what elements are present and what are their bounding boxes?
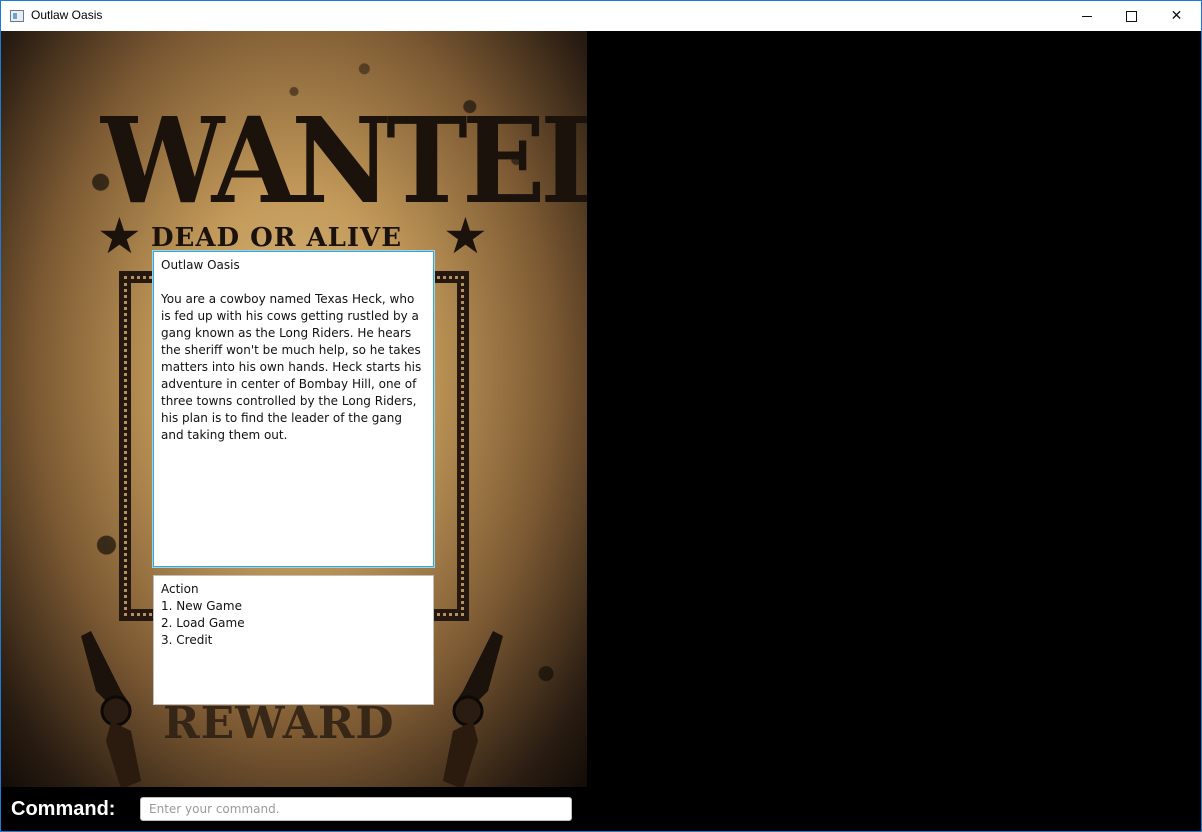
close-icon: ✕ [1170, 8, 1183, 24]
story-text-area[interactable]: Outlaw Oasis You are a cowboy named Texa… [153, 251, 434, 567]
story-title: Outlaw Oasis [161, 258, 240, 272]
app-window-icon [10, 10, 24, 22]
revolver-icon [443, 631, 503, 787]
minimize-icon [1081, 15, 1092, 17]
action-item-load-game: 2. Load Game [161, 616, 245, 630]
story-body: You are a cowboy named Texas Heck, who i… [161, 292, 422, 442]
action-item-credit: 3. Credit [161, 633, 213, 647]
command-bar: Command: [1, 787, 587, 831]
maximize-icon [1126, 10, 1137, 22]
maximize-button[interactable] [1109, 1, 1154, 31]
revolver-icon [81, 631, 141, 787]
star-icon: ★ [97, 207, 142, 265]
poster-subheadline: DEAD OR ALIVE [151, 223, 403, 253]
action-item-new-game: 1. New Game [161, 599, 242, 613]
action-heading: Action [161, 582, 199, 596]
minimize-button[interactable] [1064, 1, 1109, 31]
app-window: Outlaw Oasis ✕ WANTED ★ DEAD OR ALIVE ★ … [0, 0, 1202, 832]
star-icon: ★ [443, 207, 488, 265]
poster-headline: WANTED [101, 91, 587, 230]
window-title: Outlaw Oasis [31, 8, 103, 22]
empty-display-pane [587, 31, 1201, 831]
action-menu-area[interactable]: Action 1. New Game 2. Load Game 3. Credi… [153, 575, 434, 705]
close-button[interactable]: ✕ [1154, 1, 1199, 31]
command-label: Command: [11, 798, 116, 820]
title-bar[interactable]: Outlaw Oasis ✕ [1, 1, 1201, 31]
command-input[interactable] [140, 797, 572, 821]
poster-footer: REWARD [163, 698, 395, 749]
